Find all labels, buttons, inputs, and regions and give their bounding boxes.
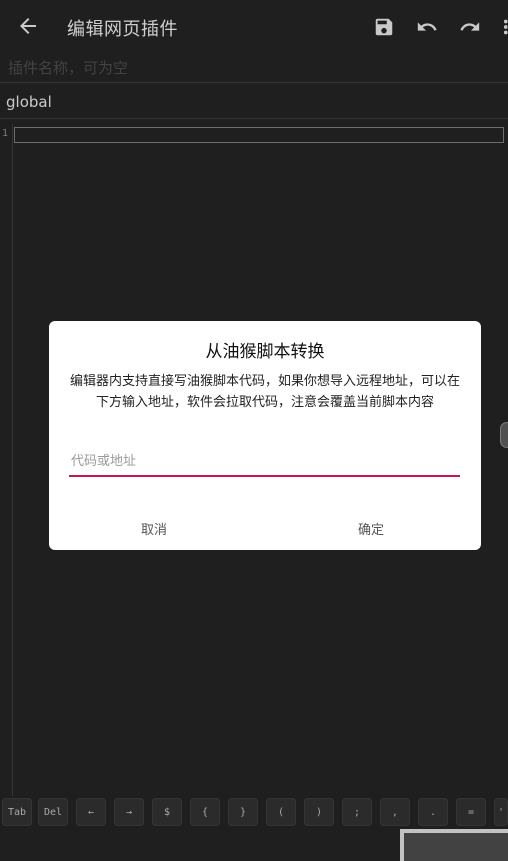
dialog-title: 从油猴脚本转换 xyxy=(205,342,325,362)
cancel-button[interactable]: 取消 xyxy=(141,519,167,538)
dialog-message: 编辑器内支持直接写油猴脚本代码，如果你想导入远程地址，可以在下方输入地址，软件会… xyxy=(69,374,460,410)
code-or-url-field[interactable] xyxy=(69,453,460,477)
confirm-button[interactable]: 确定 xyxy=(358,519,384,538)
convert-script-dialog: 从油猴脚本转换 编辑器内支持直接写油猴脚本代码，如果你想导入远程地址，可以在下方… xyxy=(49,321,481,550)
code-or-url-input[interactable] xyxy=(69,453,453,470)
